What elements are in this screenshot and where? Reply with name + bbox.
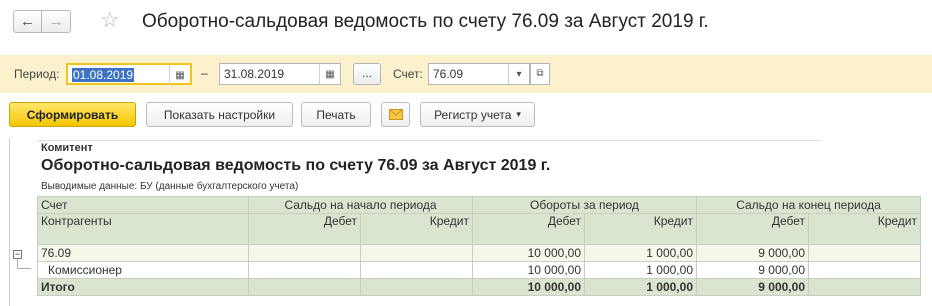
print-button[interactable]: Печать bbox=[301, 102, 371, 127]
account-label: Счет: bbox=[393, 67, 423, 81]
register-label: Регистр учета bbox=[434, 107, 512, 122]
header-row-1: Счет Сальдо на начало периода Обороты за… bbox=[37, 196, 921, 214]
header-row-2: Контрагенты Дебет Кредит Дебет Кредит Де… bbox=[37, 213, 921, 245]
send-mail-button[interactable] bbox=[381, 102, 410, 127]
turnover-debit-cell[interactable]: 10 000,00 bbox=[472, 244, 585, 262]
collapse-icon[interactable]: − bbox=[13, 250, 22, 259]
header-closing: Сальдо на конец периода bbox=[696, 196, 921, 214]
account-field[interactable]: 76.09 ▾ bbox=[428, 63, 530, 85]
header-account: Счет bbox=[37, 196, 249, 214]
total-closing-debit[interactable]: 9 000,00 bbox=[696, 278, 809, 296]
calendar-icon[interactable]: ▦ bbox=[319, 64, 340, 84]
turnover-credit-cell[interactable]: 1 000,00 bbox=[584, 244, 697, 262]
page-title: Оборотно-сальдовая ведомость по счету 76… bbox=[142, 11, 709, 32]
arrow-right-icon: → bbox=[48, 13, 64, 30]
total-opening-credit[interactable] bbox=[360, 278, 473, 296]
total-turnover-debit[interactable]: 10 000,00 bbox=[472, 278, 585, 296]
total-turnover-credit[interactable]: 1 000,00 bbox=[584, 278, 697, 296]
output-data-label: Выводимые данные: БУ (данные бухгалтерск… bbox=[41, 181, 299, 192]
title-bar: ← → ☆ Оборотно-сальдовая ведомость по сч… bbox=[0, 0, 932, 48]
turnover-debit-cell[interactable]: 10 000,00 bbox=[472, 261, 585, 279]
date-to-value[interactable]: 31.08.2019 bbox=[224, 67, 284, 81]
tree-line bbox=[17, 268, 31, 269]
closing-debit-cell[interactable]: 9 000,00 bbox=[696, 261, 809, 279]
total-closing-credit[interactable] bbox=[808, 278, 921, 296]
total-label[interactable]: Итого bbox=[37, 278, 249, 296]
header-counterparties: Контрагенты bbox=[37, 213, 249, 245]
closing-credit-cell[interactable] bbox=[808, 244, 921, 262]
turnover-credit-cell[interactable]: 1 000,00 bbox=[584, 261, 697, 279]
report-border bbox=[9, 138, 10, 306]
header-debit: Дебет bbox=[248, 213, 361, 245]
opening-credit-cell[interactable] bbox=[360, 261, 473, 279]
header-credit: Кредит bbox=[808, 213, 921, 245]
opening-credit-cell[interactable] bbox=[360, 244, 473, 262]
header-credit: Кредит bbox=[360, 213, 473, 245]
date-to-field[interactable]: 31.08.2019 ▦ bbox=[219, 63, 341, 85]
date-from-field[interactable]: 01.08.2019 ▦ bbox=[66, 63, 192, 85]
envelope-icon bbox=[388, 109, 403, 120]
arrow-left-icon: ← bbox=[20, 13, 35, 30]
back-button[interactable]: ← bbox=[13, 10, 42, 33]
period-dash: – bbox=[201, 66, 208, 80]
forward-button[interactable]: → bbox=[42, 10, 71, 33]
accounting-register-button[interactable]: Регистр учета ▾ bbox=[420, 102, 535, 127]
choose-period-button[interactable]: ... bbox=[353, 63, 381, 85]
date-from-value[interactable]: 01.08.2019 bbox=[72, 68, 135, 82]
chevron-down-icon: ▾ bbox=[516, 109, 521, 119]
header-credit: Кредит bbox=[584, 213, 697, 245]
report-title: Оборотно-сальдовая ведомость по счету 76… bbox=[41, 157, 551, 174]
table-row[interactable]: 76.09 10 000,00 1 000,00 9 000,00 bbox=[37, 244, 921, 262]
generate-button[interactable]: Сформировать bbox=[9, 102, 136, 127]
report-top-line bbox=[37, 140, 821, 141]
chevron-down-icon[interactable]: ▾ bbox=[508, 64, 529, 84]
period-label: Период: bbox=[14, 67, 60, 81]
total-opening-debit[interactable] bbox=[248, 278, 361, 296]
header-turnover: Обороты за период bbox=[472, 196, 697, 214]
closing-credit-cell[interactable] bbox=[808, 261, 921, 279]
header-debit: Дебет bbox=[696, 213, 809, 245]
closing-debit-cell[interactable]: 9 000,00 bbox=[696, 244, 809, 262]
star-icon[interactable]: ☆ bbox=[100, 9, 120, 31]
counterparty-cell[interactable]: Комиссионер bbox=[37, 261, 249, 279]
calendar-icon[interactable]: ▦ bbox=[169, 65, 190, 85]
total-row[interactable]: Итого 10 000,00 1 000,00 9 000,00 bbox=[37, 278, 921, 296]
opening-debit-cell[interactable] bbox=[248, 261, 361, 279]
parameters-panel: Период: 01.08.2019 ▦ – 31.08.2019 ▦ ... … bbox=[0, 55, 932, 93]
show-settings-button[interactable]: Показать настройки bbox=[146, 102, 293, 127]
grouping-label: Комитент bbox=[41, 142, 93, 154]
header-debit: Дебет bbox=[472, 213, 585, 245]
account-value[interactable]: 76.09 bbox=[433, 67, 463, 81]
open-icon[interactable]: ⧉ bbox=[530, 63, 550, 85]
opening-debit-cell[interactable] bbox=[248, 244, 361, 262]
report-table: Счет Сальдо на начало периода Обороты за… bbox=[37, 196, 921, 296]
account-cell[interactable]: 76.09 bbox=[37, 244, 249, 262]
table-row[interactable]: Комиссионер 10 000,00 1 000,00 9 000,00 bbox=[37, 261, 921, 279]
header-opening: Сальдо на начало периода bbox=[248, 196, 473, 214]
